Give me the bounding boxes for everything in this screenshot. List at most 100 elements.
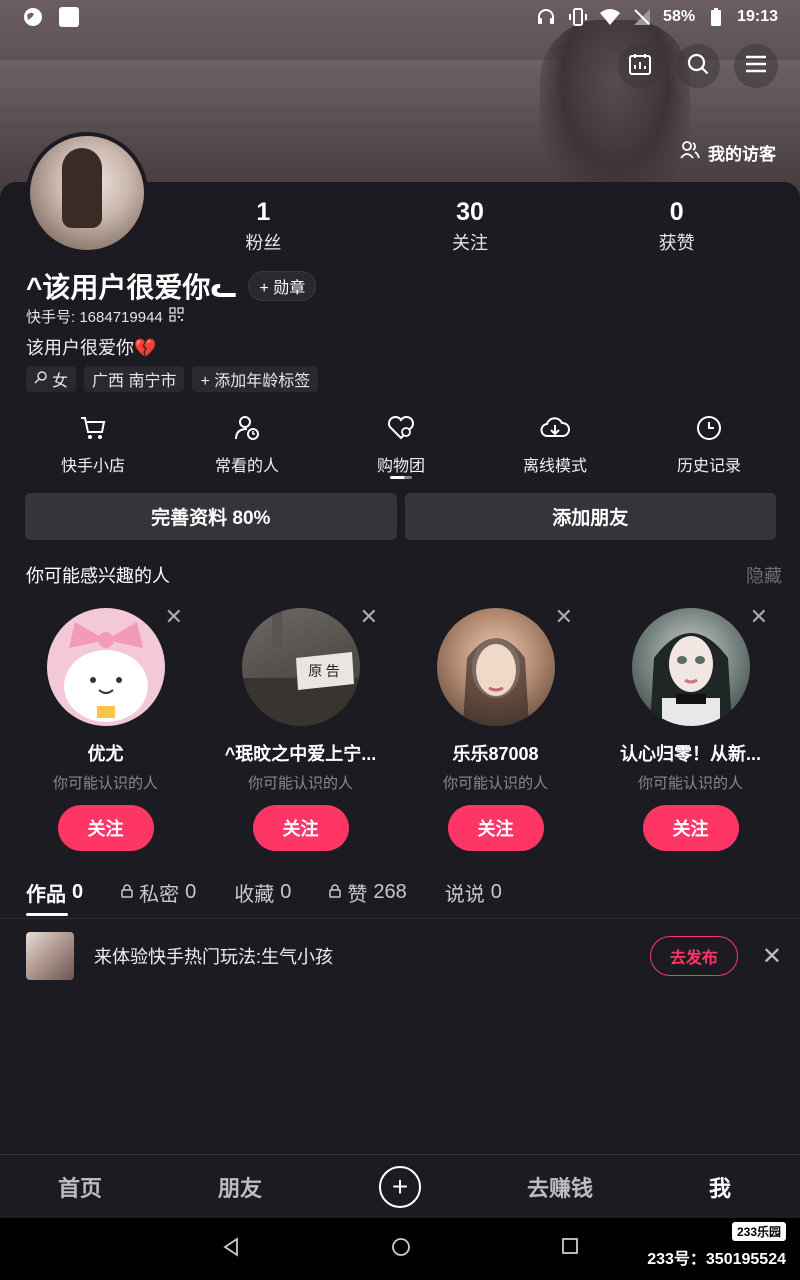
watermark-text: 233号：350195524 [647, 1251, 786, 1268]
shortcut-label: 常看的人 [214, 458, 279, 475]
battery-percent: 58% [663, 8, 696, 25]
profile-tags: 女 广西 南宁市 + 添加年龄标签 [26, 366, 319, 392]
close-icon[interactable]: ✕ [750, 604, 768, 630]
shortcut-offline-mode[interactable]: 离线模式 [478, 412, 632, 476]
user-id-row[interactable]: 快手号: 1684719944 [26, 306, 184, 327]
tab-posts[interactable]: 说说 0 [445, 878, 502, 907]
stat-value: 30 [456, 198, 484, 226]
tag-location[interactable]: 广西 南宁市 [84, 366, 185, 392]
tab-private[interactable]: 私密 0 [121, 878, 196, 907]
nav-create[interactable]: + [320, 1165, 480, 1208]
recommend-name: ^珉旼之中爱上宁... [224, 744, 377, 764]
clock-icon [693, 412, 725, 444]
add-friend-button[interactable]: 添加朋友 [404, 493, 776, 540]
follow-button[interactable]: 关注 [57, 805, 154, 851]
back-icon[interactable] [221, 1236, 241, 1262]
avatar-hair [62, 148, 102, 228]
user-id: 快手号: 1684719944 [26, 309, 163, 326]
recommend-reason: 你可能认识的人 [247, 775, 353, 792]
lock-icon [329, 881, 342, 904]
complete-profile-button[interactable]: 完善资料 80% [25, 493, 397, 540]
lock-icon [121, 881, 133, 904]
nav-me[interactable]: 我 [640, 1171, 800, 1203]
recommend-card[interactable]: ✕ 乐乐87008 你可能认识的人 关注 [398, 600, 593, 851]
tag-gender-label: 女 [52, 373, 69, 390]
follow-button[interactable]: 关注 [252, 805, 349, 851]
heart-group-icon [385, 412, 417, 444]
shortcut-label: 离线模式 [522, 458, 587, 475]
tab-works[interactable]: 作品 0 [26, 878, 83, 907]
promo-banner[interactable]: 来体验快手热门玩法:生气小孩 去发布 ✕ [26, 932, 782, 980]
user-clock-icon [231, 412, 263, 444]
active-tab-underline [26, 913, 68, 916]
status-bar: 58% 19:13 [0, 0, 800, 34]
tabs-divider [0, 918, 800, 919]
publish-button[interactable]: 去发布 [649, 936, 738, 976]
recommend-name: 优尤 [87, 744, 124, 764]
shortcut-label: 快手小店 [60, 458, 125, 475]
shortcut-kuaishou-shop[interactable]: 快手小店 [16, 412, 170, 476]
tab-favorites[interactable]: 收藏 0 [234, 878, 291, 907]
female-icon [34, 370, 48, 389]
globe-icon [22, 6, 44, 28]
shortcut-frequently-viewed[interactable]: 常看的人 [170, 412, 324, 476]
tab-likes[interactable]: 赞 268 [329, 878, 407, 907]
shortcut-shopping-group[interactable]: 购物团 [324, 412, 478, 476]
shortcut-history[interactable]: 历史记录 [632, 412, 786, 476]
calendar-stats-button[interactable] [618, 44, 662, 88]
close-icon[interactable]: ✕ [360, 604, 378, 630]
tag-gender[interactable]: 女 [26, 366, 77, 392]
headphones-icon [535, 6, 557, 28]
stat-likes[interactable]: 0 获赞 [573, 198, 780, 255]
recommend-reason: 你可能认识的人 [442, 775, 548, 792]
promo-thumbnail [26, 932, 74, 980]
stat-label: 获赞 [658, 233, 695, 253]
my-visitors-link[interactable]: 我的访客 [680, 140, 776, 165]
tag-add-age[interactable]: + 添加年龄标签 [192, 366, 319, 392]
recents-square-icon[interactable] [561, 1237, 579, 1262]
shopping-cart-icon [77, 412, 109, 444]
avatar-frame[interactable] [26, 132, 148, 254]
recommend-card[interactable]: ✕ 原 告 ^珉旼之中爱上宁... 你可能认识的人 关注 [203, 600, 398, 851]
close-icon[interactable]: ✕ [762, 942, 782, 971]
stat-following[interactable]: 30 关注 [367, 198, 574, 255]
tab-label: 赞 [347, 884, 368, 906]
stat-label: 关注 [452, 233, 488, 253]
recommend-header: 你可能感兴趣的人 隐藏 [26, 562, 782, 588]
add-badge-button[interactable]: + 勋章 [248, 271, 317, 301]
recommend-card[interactable]: ✕ 认心归零！从新... 你可能认识的人 关注 [593, 600, 788, 851]
search-button[interactable] [676, 44, 720, 88]
close-icon[interactable]: ✕ [165, 604, 183, 630]
plaque-text: 原 告 [308, 664, 340, 680]
home-circle-icon[interactable] [391, 1237, 411, 1262]
visitors-icon [680, 141, 700, 164]
follow-button[interactable]: 关注 [642, 805, 739, 851]
stat-fans[interactable]: 1 粉丝 [160, 198, 367, 255]
close-icon[interactable]: ✕ [555, 604, 573, 630]
calendar-icon [628, 52, 652, 81]
tab-count: 0 [185, 881, 197, 903]
visitors-label: 我的访客 [708, 145, 776, 164]
profile-action-buttons: 完善资料 80% 添加朋友 [25, 493, 776, 540]
recommend-cards: ✕ 优尤 你可能认识的人 关注 ✕ 原 告 ^珉旼之中爱上宁... 你可能认识的… [8, 600, 798, 851]
tab-count: 0 [72, 881, 84, 903]
vibrate-icon [567, 6, 589, 28]
promo-text: 来体验快手热门玩法:生气小孩 [94, 947, 333, 967]
recommend-card[interactable]: ✕ 优尤 你可能认识的人 关注 [8, 600, 203, 851]
follow-button[interactable]: 关注 [447, 805, 544, 851]
shortcut-page-indicator-inactive [404, 476, 412, 479]
avatar [30, 136, 144, 250]
recommend-avatar: 原 告 [241, 608, 360, 726]
profile-stats: 1 粉丝 30 关注 0 获赞 [160, 198, 780, 255]
nav-friends[interactable]: 朋友 [160, 1171, 320, 1203]
profile-name: ^该用户很爱你ᓚ [26, 272, 237, 303]
profile-bio[interactable]: 该用户很爱你💔 [26, 334, 156, 360]
app-root: 58% 19:13 我的访客 1 粉丝 30 关注 0 获赞 ^该用户很爱你ᓚ … [0, 0, 800, 1280]
nav-earn[interactable]: 去赚钱 [480, 1171, 640, 1203]
tab-label: 收藏 [234, 884, 275, 906]
recommend-hide-button[interactable]: 隐藏 [746, 562, 782, 588]
recommend-name: 认心归零！从新... [619, 744, 761, 764]
menu-button[interactable] [734, 44, 778, 88]
nav-home[interactable]: 首页 [0, 1171, 160, 1203]
header-actions [618, 44, 778, 88]
